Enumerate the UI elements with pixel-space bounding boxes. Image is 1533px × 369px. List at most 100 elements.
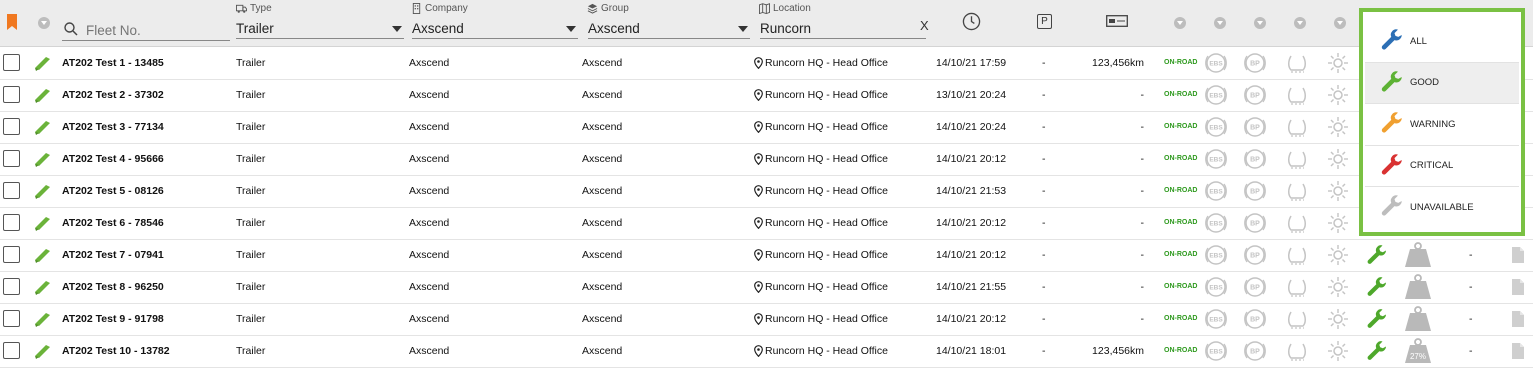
group-select[interactable]: Axscend bbox=[588, 20, 750, 39]
tyre-pressure-icon[interactable] bbox=[1286, 180, 1308, 202]
fleet-number[interactable]: AT202 Test 9 - 91798 bbox=[62, 303, 164, 335]
row-checkbox[interactable] bbox=[3, 342, 20, 359]
table-row[interactable]: AT202 Test 7 - 07941 Trailer Axscend Axscen… bbox=[0, 239, 1533, 272]
ebs-icon[interactable]: EBS bbox=[1205, 84, 1227, 106]
table-row[interactable]: AT202 Test 6 - 78546 Trailer Axscend Axscen… bbox=[0, 207, 1533, 240]
light-icon[interactable] bbox=[1327, 180, 1349, 202]
brake-pad-icon[interactable]: BP bbox=[1244, 244, 1266, 266]
filter-option-unavailable[interactable]: UNAVAILABLE bbox=[1365, 187, 1519, 227]
chevron-down-icon[interactable] bbox=[38, 17, 50, 29]
brake-pad-icon[interactable]: BP bbox=[1244, 148, 1266, 170]
tyre-pressure-icon[interactable] bbox=[1286, 244, 1308, 266]
bookmark-icon[interactable] bbox=[6, 14, 18, 30]
type-select[interactable]: Trailer bbox=[236, 20, 404, 39]
light-filter-button[interactable] bbox=[1334, 17, 1346, 29]
filter-option-critical[interactable]: CRITICAL bbox=[1365, 146, 1519, 186]
parking-icon[interactable]: P bbox=[1037, 14, 1052, 29]
ebs-filter-button[interactable] bbox=[1214, 17, 1226, 29]
table-row[interactable]: AT202 Test 5 - 08126 Trailer Axscend Axscen… bbox=[0, 175, 1533, 208]
location-cell[interactable]: Runcorn HQ - Head Office bbox=[765, 335, 888, 367]
tyre-pressure-icon[interactable] bbox=[1286, 276, 1308, 298]
location-cell[interactable]: Runcorn HQ - Head Office bbox=[765, 111, 888, 143]
fleet-number[interactable]: AT202 Test 6 - 78546 bbox=[62, 207, 164, 239]
ebs-icon[interactable]: EBS bbox=[1205, 116, 1227, 138]
document-icon[interactable] bbox=[1512, 247, 1524, 263]
row-checkbox[interactable] bbox=[3, 54, 20, 71]
document-icon[interactable] bbox=[1512, 311, 1524, 327]
table-row[interactable]: AT202 Test 3 - 77134 Trailer Axscend Axscen… bbox=[0, 111, 1533, 144]
row-checkbox[interactable] bbox=[3, 118, 20, 135]
location-cell[interactable]: Runcorn HQ - Head Office bbox=[765, 143, 888, 175]
table-row[interactable]: AT202 Test 10 - 13782 Trailer Axscend Axsce… bbox=[0, 335, 1533, 368]
brake-pad-icon[interactable]: BP bbox=[1244, 52, 1266, 74]
tyre-pressure-icon[interactable] bbox=[1286, 308, 1308, 330]
search-input[interactable] bbox=[84, 20, 228, 40]
light-icon[interactable] bbox=[1327, 244, 1349, 266]
ebs-icon[interactable]: EBS bbox=[1205, 180, 1227, 202]
row-checkbox[interactable] bbox=[3, 182, 20, 199]
brake-pad-icon[interactable]: BP bbox=[1244, 180, 1266, 202]
ebs-icon[interactable]: EBS bbox=[1205, 52, 1227, 74]
document-icon[interactable] bbox=[1512, 343, 1524, 359]
fleet-number[interactable]: AT202 Test 2 - 37302 bbox=[62, 79, 164, 111]
light-icon[interactable] bbox=[1327, 212, 1349, 234]
location-cell[interactable]: Runcorn HQ - Head Office bbox=[765, 271, 888, 303]
load-weight-icon[interactable] bbox=[1404, 242, 1432, 268]
brake-pad-icon[interactable]: BP bbox=[1244, 84, 1266, 106]
filter-option-good[interactable]: GOOD bbox=[1365, 62, 1519, 103]
load-weight-icon[interactable]: 27% bbox=[1404, 338, 1432, 364]
fleet-number[interactable]: AT202 Test 10 - 13782 bbox=[62, 335, 170, 367]
tyre-pressure-icon[interactable] bbox=[1286, 148, 1308, 170]
tyre-pressure-icon[interactable] bbox=[1286, 340, 1308, 362]
row-checkbox[interactable] bbox=[3, 86, 20, 103]
ebs-icon[interactable]: EBS bbox=[1205, 148, 1227, 170]
table-row[interactable]: AT202 Test 4 - 95666 Trailer Axscend Axscen… bbox=[0, 143, 1533, 176]
fleet-number[interactable]: AT202 Test 5 - 08126 bbox=[62, 175, 164, 207]
light-icon[interactable] bbox=[1327, 340, 1349, 362]
location-cell[interactable]: Runcorn HQ - Head Office bbox=[765, 79, 888, 111]
service-wrench-icon[interactable] bbox=[1365, 308, 1389, 337]
service-wrench-icon[interactable] bbox=[1365, 244, 1389, 273]
table-row[interactable]: AT202 Test 2 - 37302 Trailer Axscend Axscen… bbox=[0, 79, 1533, 112]
service-wrench-icon[interactable] bbox=[1365, 340, 1389, 369]
location-cell[interactable]: Runcorn HQ - Head Office bbox=[765, 239, 888, 271]
tyre-pressure-icon[interactable] bbox=[1286, 52, 1308, 74]
location-cell[interactable]: Runcorn HQ - Head Office bbox=[765, 207, 888, 239]
load-weight-icon[interactable] bbox=[1404, 274, 1432, 300]
ebs-icon[interactable]: EBS bbox=[1205, 340, 1227, 362]
fleet-number[interactable]: AT202 Test 8 - 96250 bbox=[62, 271, 164, 303]
clear-location-button[interactable]: X bbox=[920, 18, 929, 33]
light-icon[interactable] bbox=[1327, 276, 1349, 298]
table-row[interactable]: AT202 Test 8 - 96250 Trailer Axscend Axscen… bbox=[0, 271, 1533, 304]
light-icon[interactable] bbox=[1327, 148, 1349, 170]
odometer-icon[interactable] bbox=[1106, 15, 1128, 27]
clock-icon[interactable] bbox=[962, 12, 981, 31]
filter-option-warning[interactable]: WARNING bbox=[1365, 104, 1519, 144]
location-cell[interactable]: Runcorn HQ - Head Office bbox=[765, 175, 888, 207]
light-icon[interactable] bbox=[1327, 116, 1349, 138]
search-field[interactable] bbox=[62, 20, 230, 41]
row-checkbox[interactable] bbox=[3, 278, 20, 295]
filter-option-all[interactable]: ALL bbox=[1365, 21, 1519, 61]
row-checkbox[interactable] bbox=[3, 214, 20, 231]
ebs-icon[interactable]: EBS bbox=[1205, 276, 1227, 298]
fleet-number[interactable]: AT202 Test 1 - 13485 bbox=[62, 47, 164, 79]
location-cell[interactable]: Runcorn HQ - Head Office bbox=[765, 303, 888, 335]
row-checkbox[interactable] bbox=[3, 310, 20, 327]
company-select[interactable]: Axscend bbox=[412, 20, 578, 39]
fleet-number[interactable]: AT202 Test 4 - 95666 bbox=[62, 143, 164, 175]
ebs-icon[interactable]: EBS bbox=[1205, 244, 1227, 266]
location-cell[interactable]: Runcorn HQ - Head Office bbox=[765, 47, 888, 79]
brake-pad-icon[interactable]: BP bbox=[1244, 308, 1266, 330]
row-checkbox[interactable] bbox=[3, 150, 20, 167]
table-row[interactable]: AT202 Test 1 - 13485 Trailer Axscend Axscen… bbox=[0, 47, 1533, 80]
location-input[interactable]: Runcorn bbox=[760, 20, 926, 39]
ebs-icon[interactable]: EBS bbox=[1205, 212, 1227, 234]
light-icon[interactable] bbox=[1327, 84, 1349, 106]
brake-pad-icon[interactable]: BP bbox=[1244, 276, 1266, 298]
service-wrench-icon[interactable] bbox=[1365, 276, 1389, 305]
bp-filter-button[interactable] bbox=[1254, 17, 1266, 29]
table-row[interactable]: AT202 Test 9 - 91798 Trailer Axscend Axscen… bbox=[0, 303, 1533, 336]
brake-pad-icon[interactable]: BP bbox=[1244, 116, 1266, 138]
document-icon[interactable] bbox=[1512, 279, 1524, 295]
